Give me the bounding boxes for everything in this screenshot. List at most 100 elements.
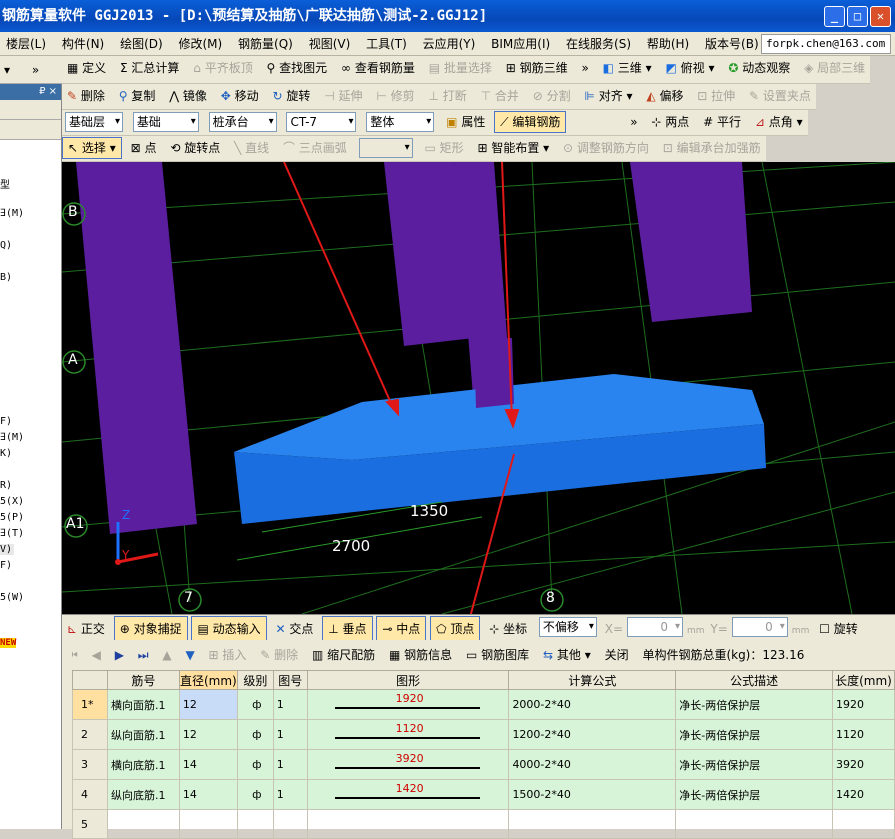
edit-cap-rebar-button[interactable]: ⊡ 编辑承台加强筋 — [658, 136, 766, 160]
dynamic-observe-button[interactable]: ✪ 动态观察 — [723, 56, 795, 80]
tree-item[interactable]: F) — [0, 560, 12, 571]
cell-formula-desc[interactable]: 净长-两倍保护层 — [675, 719, 833, 750]
point-angle-button[interactable]: ⊿ 点角 ▾ — [750, 110, 808, 134]
ortho-button[interactable]: ⊾ 正交 — [62, 617, 110, 641]
menu-modify[interactable]: 修改(M) — [173, 32, 229, 56]
rotate-point-button[interactable]: ⟲ 旋转点 — [165, 136, 225, 160]
header-bar-no[interactable]: 筋号 — [106, 670, 180, 690]
x-input[interactable]: 0 — [627, 617, 684, 637]
cell-figure-no[interactable]: 1 — [272, 779, 308, 810]
arc-combo[interactable] — [358, 138, 413, 158]
cell-formula-desc[interactable]: 净长-两倍保护层 — [675, 779, 833, 810]
cell-diameter[interactable]: 14 — [178, 779, 238, 810]
table-row[interactable]: 3 横向底筋.1 14 ф 1 3920 4000-2*40 净长-两倍保护层 … — [72, 749, 895, 780]
cell-name[interactable] — [106, 809, 180, 839]
cell-grade[interactable] — [236, 809, 274, 839]
two-points-button[interactable]: ⊹ 两点 — [646, 110, 694, 134]
overflow-icon[interactable]: » — [570, 110, 642, 134]
tree-item[interactable]: 5(W) — [0, 592, 24, 603]
menu-tools[interactable]: 工具(T) — [360, 32, 413, 56]
vertex-button[interactable]: ⬠ 顶点 — [430, 616, 481, 642]
cell-name[interactable]: 纵向底筋.1 — [106, 779, 180, 810]
cell-length[interactable] — [831, 809, 895, 839]
tree-item[interactable]: K) — [0, 448, 12, 459]
component-name-select[interactable]: CT-7 — [286, 112, 357, 132]
tree-item[interactable]: B) — [0, 272, 12, 283]
cell-formula-desc[interactable]: 净长-两倍保护层 — [675, 689, 833, 720]
row-number[interactable]: 3 — [72, 749, 108, 780]
adjust-direction-button[interactable]: ⊙ 调整钢筋方向 — [558, 136, 654, 160]
rect-button[interactable]: ▭ 矩形 — [419, 136, 468, 160]
tree-item[interactable]: ∃(T) — [0, 528, 24, 539]
tree-item[interactable]: Q) — [0, 240, 12, 251]
scale-rebar-button[interactable]: ▥ 缩尺配筋 — [307, 640, 380, 670]
cell-shape[interactable]: 1420 — [306, 779, 510, 810]
menu-bim[interactable]: BIM应用(I) — [485, 32, 556, 56]
header-shape[interactable]: 图形 — [306, 670, 510, 690]
tree-item[interactable]: 型 — [0, 176, 10, 191]
overflow-icon[interactable]: » — [576, 56, 593, 80]
rebar-library-button[interactable]: ▭ 钢筋图库 — [461, 640, 534, 670]
offset-button[interactable]: ◭ 偏移 — [641, 84, 688, 108]
menu-help[interactable]: 帮助(H) — [641, 32, 695, 56]
3d-scene[interactable] — [62, 162, 895, 614]
cell-name[interactable]: 横向面筋.1 — [106, 689, 180, 720]
cell-shape[interactable]: 1120 — [306, 719, 510, 750]
intersect-button[interactable]: ✕ 交点 — [270, 617, 318, 641]
menu-draw[interactable]: 绘图(D) — [114, 32, 169, 56]
cell-grade[interactable]: ф — [236, 779, 274, 810]
column-left[interactable] — [76, 162, 197, 534]
header-formula[interactable]: 计算公式 — [508, 670, 677, 690]
define-button[interactable]: ▦ 定义 — [62, 56, 111, 80]
cell-formula[interactable]: 4000-2*40 — [508, 749, 677, 780]
close-editor-button[interactable]: 关闭 — [600, 640, 634, 670]
cell-formula-desc[interactable] — [675, 809, 833, 839]
cell-shape[interactable]: 1920 — [306, 689, 510, 720]
dropdown-arrow-icon[interactable]: ▾ — [0, 63, 10, 77]
menu-component[interactable]: 构件(N) — [56, 32, 110, 56]
tree-item[interactable]: R) — [0, 480, 12, 491]
cell-shape[interactable] — [306, 809, 510, 839]
minimize-button[interactable]: _ — [824, 6, 845, 27]
set-clip-button[interactable]: ✎ 设置夹点 — [744, 84, 816, 108]
cell-grade[interactable]: ф — [236, 719, 274, 750]
cell-figure-no[interactable] — [272, 809, 308, 839]
other-button[interactable]: ⇆ 其他 ▾ — [538, 640, 596, 670]
cell-name[interactable]: 横向底筋.1 — [106, 749, 180, 780]
cell-shape[interactable]: 3920 — [306, 749, 510, 780]
table-row[interactable]: 4 纵向底筋.1 14 ф 1 1420 1500-2*40 净长-两倍保护层 … — [72, 779, 895, 810]
menu-floor[interactable]: 楼层(L) — [0, 32, 52, 56]
cell-grade[interactable]: ф — [236, 749, 274, 780]
menu-rebar-qty[interactable]: 钢筋量(Q) — [232, 32, 299, 56]
view-3d-button[interactable]: ◧ 三维 ▾ — [598, 56, 657, 80]
category-select[interactable]: 基础 — [132, 112, 199, 132]
tree-item[interactable]: F) — [0, 416, 12, 427]
cell-formula[interactable]: 2000-2*40 — [508, 689, 677, 720]
object-snap-button[interactable]: ⊕ 对象捕捉 — [113, 616, 188, 642]
table-row[interactable]: 2 纵向面筋.1 12 ф 1 1120 1200-2*40 净长-两倍保护层 … — [72, 719, 895, 750]
next-record-button[interactable]: ▶ — [110, 640, 129, 670]
cell-diameter[interactable]: 12 — [178, 689, 238, 720]
tree-item[interactable]: 5(P) — [0, 512, 24, 523]
tree-item-selected[interactable]: V) — [0, 544, 14, 555]
row-number[interactable]: 5 — [72, 809, 108, 839]
tree-item[interactable]: ∃(M) — [0, 432, 24, 443]
menu-version[interactable]: 版本号(B) — [699, 32, 765, 56]
tree-item[interactable]: ∃(M) — [0, 208, 24, 219]
header-formula-desc[interactable]: 公式描述 — [675, 670, 833, 690]
cell-length[interactable]: 1120 — [831, 719, 895, 750]
close-button[interactable]: ✕ — [870, 6, 891, 27]
select-button[interactable]: ↖ 选择 ▾ — [62, 137, 122, 159]
extend-button[interactable]: ⊣ 延伸 — [319, 84, 367, 108]
merge-button[interactable]: ⊤ 合并 — [476, 84, 524, 108]
line-button[interactable]: ╲ 直线 — [229, 136, 274, 160]
left-panel-header[interactable]: ₽ × — [0, 84, 61, 100]
insert-button[interactable]: ⊞ 插入 — [204, 640, 252, 670]
view-rebar-qty-button[interactable]: ∞ 查看钢筋量 — [336, 56, 420, 80]
cell-formula[interactable]: 1500-2*40 — [508, 779, 677, 810]
midpoint-button[interactable]: ⊸ 中点 — [376, 616, 427, 642]
rebar-3d-button[interactable]: ⊞ 钢筋三维 — [501, 56, 573, 80]
overflow-icon[interactable]: » — [14, 63, 39, 77]
smart-place-button[interactable]: ⊞ 智能布置 ▾ — [472, 136, 554, 160]
sum-calc-button[interactable]: Σ 汇总计算 — [115, 56, 184, 80]
